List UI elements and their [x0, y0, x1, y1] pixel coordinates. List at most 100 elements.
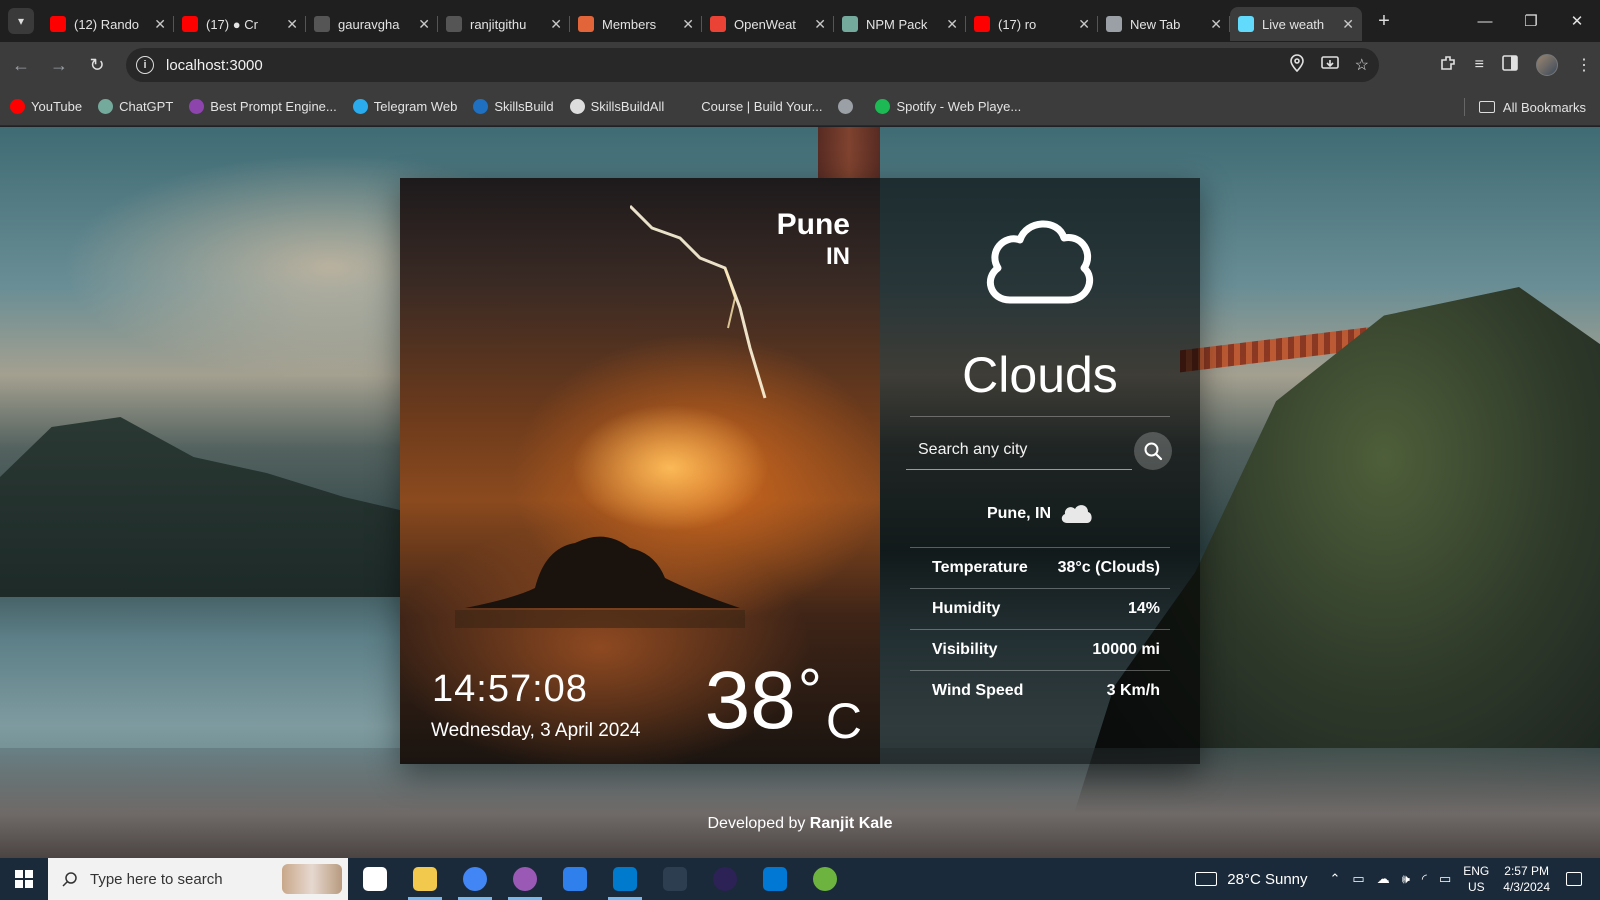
- browser-tab[interactable]: OpenWeat ✕: [702, 7, 834, 41]
- address-bar[interactable]: i localhost:3000 ☆: [126, 48, 1379, 82]
- lightning-image: [630, 204, 767, 399]
- city-heading: Pune IN: [777, 208, 850, 272]
- taskbar-app[interactable]: [350, 858, 400, 900]
- taskbar-app[interactable]: [750, 858, 800, 900]
- taskbar-app[interactable]: [400, 858, 450, 900]
- background-shore: [0, 748, 1600, 858]
- close-tab-icon[interactable]: ✕: [1342, 16, 1354, 33]
- bookmark-item[interactable]: Spotify - Web Playe...: [875, 99, 1021, 114]
- close-tab-icon[interactable]: ✕: [154, 16, 166, 33]
- install-app-icon[interactable]: [1320, 55, 1339, 76]
- system-clock[interactable]: 2:57 PM 4/3/2024: [1503, 863, 1550, 895]
- taskbar-app[interactable]: [550, 858, 600, 900]
- browser-tab[interactable]: NPM Pack ✕: [834, 7, 966, 41]
- taskbar-app[interactable]: [650, 858, 700, 900]
- tab-search-button[interactable]: ▾: [8, 8, 34, 34]
- taskbar-weather[interactable]: 28°C Sunny: [1195, 870, 1308, 888]
- bookmark-favicon-icon: [569, 99, 585, 114]
- browser-tab[interactable]: ranjitgithu ✕: [438, 7, 570, 41]
- profile-avatar[interactable]: [1536, 54, 1558, 76]
- close-tab-icon[interactable]: ✕: [814, 16, 826, 33]
- taskbar-app[interactable]: [600, 858, 650, 900]
- browser-tab[interactable]: gauravgha ✕: [306, 7, 438, 41]
- media-controls-icon[interactable]: ≡: [1475, 56, 1484, 74]
- extensions-icon[interactable]: [1439, 54, 1457, 77]
- meet-icon[interactable]: ▭: [1352, 871, 1364, 887]
- close-tab-icon[interactable]: ✕: [286, 16, 298, 33]
- site-info-icon[interactable]: i: [136, 56, 154, 74]
- minimize-button[interactable]: —: [1462, 0, 1508, 42]
- bookmark-item[interactable]: Course | Build Your...: [680, 99, 822, 114]
- stat-label: Wind Speed: [932, 682, 1024, 699]
- back-button[interactable]: ←: [4, 48, 38, 82]
- tab-title: (17) ● Cr: [206, 16, 258, 32]
- network-icon[interactable]: ◜: [1422, 871, 1427, 887]
- bookmark-star-icon[interactable]: ☆: [1355, 55, 1369, 75]
- bookmark-favicon-icon: [352, 99, 368, 114]
- close-tab-icon[interactable]: ✕: [1078, 16, 1090, 33]
- bookmark-list: YouTube ChatGPT Best Prompt Engine... Teleg…: [10, 99, 1037, 114]
- close-tab-icon[interactable]: ✕: [550, 16, 562, 33]
- bookmark-favicon-icon: [680, 99, 696, 114]
- bookmark-label: SkillsBuildAll: [590, 99, 665, 114]
- omnibox-actions: ☆: [1289, 48, 1369, 82]
- close-tab-icon[interactable]: ✕: [946, 16, 958, 33]
- vscode-icon: [613, 867, 637, 891]
- url-text[interactable]: localhost:3000: [166, 57, 263, 74]
- side-panel-icon[interactable]: [1502, 54, 1518, 76]
- tab-title: Members: [602, 16, 657, 32]
- browser-tab[interactable]: Live weath ✕: [1230, 7, 1362, 41]
- browser-tab[interactable]: (17) ro ✕: [966, 7, 1098, 41]
- taskbar-app[interactable]: [500, 858, 550, 900]
- onedrive-icon[interactable]: ☁: [1377, 871, 1390, 887]
- new-tab-button[interactable]: +: [1370, 7, 1398, 35]
- language-code: ENG: [1463, 864, 1490, 878]
- forward-button[interactable]: →: [42, 48, 76, 82]
- battery-icon[interactable]: ▭: [1439, 871, 1451, 887]
- taskbar-weather-text: 28°C Sunny: [1227, 870, 1308, 888]
- footer-prefix: Developed by: [707, 815, 810, 832]
- file-explorer-icon: [413, 867, 437, 891]
- bookmark-item[interactable]: Best Prompt Engine...: [189, 99, 337, 114]
- developer-name: Ranjit Kale: [809, 815, 893, 832]
- close-tab-icon[interactable]: ✕: [682, 16, 694, 33]
- weather-card: Pune IN 14:57:08 Wednesday, 3 April 2024…: [400, 178, 1200, 764]
- restore-button[interactable]: ❐: [1508, 0, 1554, 42]
- close-tab-icon[interactable]: ✕: [418, 16, 430, 33]
- chrome-icon: [1106, 16, 1122, 32]
- taskbar-app[interactable]: [700, 858, 750, 900]
- bookmark-label: YouTube: [31, 99, 83, 114]
- bookmark-favicon-icon: [473, 99, 489, 114]
- location-icon[interactable]: [1289, 53, 1305, 77]
- reload-button[interactable]: ↻: [80, 48, 114, 82]
- browser-tab[interactable]: Members ✕: [570, 7, 702, 41]
- browser-tab[interactable]: New Tab ✕: [1098, 7, 1230, 41]
- browser-tab[interactable]: (17) ● Cr ✕: [174, 7, 306, 41]
- tab-title: gauravgha: [338, 16, 400, 32]
- search-icon: [62, 872, 77, 887]
- bookmark-item[interactable]: Telegram Web: [352, 99, 457, 114]
- bookmark-item[interactable]: YouTube: [10, 99, 82, 114]
- taskbar-app[interactable]: [800, 858, 850, 900]
- close-window-button[interactable]: ✕: [1554, 0, 1600, 42]
- close-tab-icon[interactable]: ✕: [1210, 16, 1222, 33]
- bookmark-item[interactable]: ChatGPT: [98, 99, 173, 114]
- all-bookmarks-button[interactable]: All Bookmarks: [1463, 88, 1586, 126]
- folder-icon: [1478, 101, 1495, 113]
- browser-tab[interactable]: (12) Rando ✕: [42, 7, 174, 41]
- bookmark-item[interactable]: SkillsBuild: [473, 99, 554, 114]
- taskbar-app[interactable]: [450, 858, 500, 900]
- bookmark-favicon-icon: [189, 99, 205, 114]
- bookmark-item[interactable]: [838, 99, 859, 114]
- menu-icon[interactable]: ⋮: [1576, 55, 1592, 75]
- start-button[interactable]: [0, 858, 48, 900]
- bookmark-item[interactable]: SkillsBuildAll: [569, 99, 665, 114]
- mysql-icon: [663, 867, 687, 891]
- volume-icon[interactable]: 🕪: [1402, 871, 1410, 887]
- city-search-input[interactable]: [906, 430, 1132, 470]
- taskbar-search[interactable]: Type here to search: [48, 858, 348, 900]
- language-indicator[interactable]: ENG US: [1463, 863, 1489, 895]
- search-button[interactable]: [1134, 432, 1172, 470]
- notifications-icon[interactable]: [1566, 872, 1582, 886]
- chevron-up-icon[interactable]: ⌃: [1330, 871, 1341, 887]
